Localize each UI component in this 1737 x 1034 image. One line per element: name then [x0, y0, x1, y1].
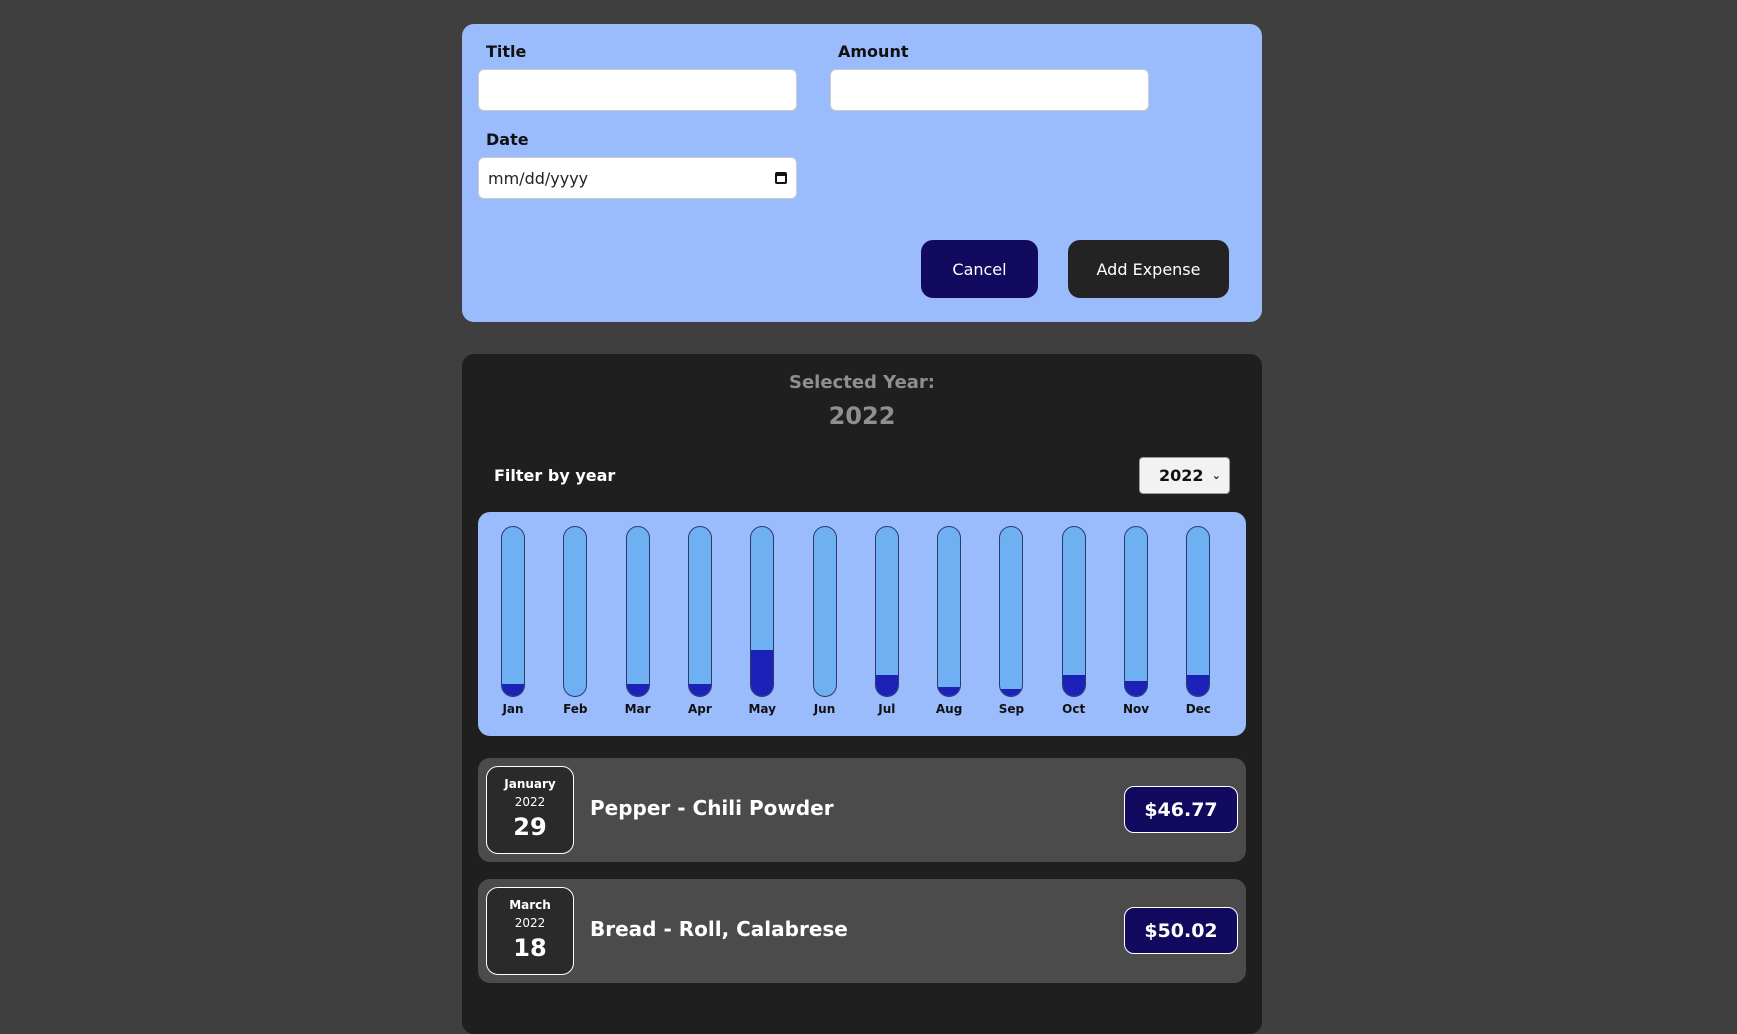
- expense-amount: $50.02: [1124, 907, 1238, 954]
- chart-bar-label: Apr: [687, 702, 712, 716]
- chart-bar-fill: [751, 650, 774, 696]
- chart-bar-track: [812, 526, 837, 697]
- chart-bar-track: [1124, 526, 1148, 697]
- chart-bar-fill: [938, 687, 961, 696]
- chart-bar-fill: [1062, 675, 1085, 696]
- calendar-icon[interactable]: [775, 172, 787, 184]
- year-select-value: 2022: [1159, 466, 1204, 485]
- chart-bar-track: [750, 526, 775, 697]
- expense-date: January 2022 29: [486, 766, 574, 854]
- chart-bar-track: [874, 526, 899, 697]
- chart-bar-track: [937, 526, 962, 697]
- chevron-down-icon: ⌄: [1211, 469, 1221, 482]
- chart-bar-fill: [1187, 675, 1210, 696]
- filter-label: Filter by year: [494, 466, 616, 485]
- chart-bar-label: Dec: [1185, 702, 1211, 716]
- expense-date-day: 18: [513, 934, 547, 962]
- chart-bar-track: [687, 526, 712, 697]
- chart-bar-track: [563, 526, 588, 697]
- title-label: Title: [486, 42, 527, 61]
- chart-bar-label: Oct: [1062, 702, 1086, 716]
- chart-bar-label: Jul: [878, 702, 896, 716]
- amount-input[interactable]: [830, 69, 1149, 111]
- chart-bar-fill: [688, 684, 711, 696]
- selected-year-label: Selected Year:: [789, 372, 935, 393]
- amount-label: Amount: [838, 42, 909, 61]
- expenses-chart: Jan Feb Mar Apr May Jun Jul Aug Sep Oct Nov Dec: [478, 512, 1246, 736]
- chart-bar-fill: [502, 684, 524, 696]
- chart-bar-label: Nov: [1122, 702, 1150, 716]
- chart-bar-track: [1186, 526, 1211, 697]
- chart-bar-label: Aug: [935, 702, 963, 716]
- chart-bar-fill: [1000, 689, 1023, 696]
- new-expense-form: Title Amount Date mm/dd/yyyy Cancel Add …: [462, 24, 1262, 322]
- expense-date-month: January: [504, 777, 556, 791]
- expense-item: January 2022 29 Pepper - Chili Powder $46.77: [478, 758, 1246, 862]
- expense-date-year: 2022: [514, 795, 546, 809]
- date-input[interactable]: mm/dd/yyyy: [478, 157, 797, 199]
- chart-bar-label: Feb: [563, 702, 588, 716]
- date-placeholder: mm/dd/yyyy: [488, 168, 589, 188]
- chart-bar-label: Jan: [502, 702, 524, 716]
- selected-year-value: 2022: [828, 402, 896, 430]
- year-select[interactable]: 2022 ⌄: [1139, 457, 1230, 494]
- expense-date-month: March: [509, 898, 551, 912]
- expense-date-year: 2022: [514, 916, 546, 930]
- chart-bar-label: May: [748, 702, 776, 716]
- chart-bar-track: [625, 526, 650, 697]
- chart-bar-track: [999, 526, 1024, 697]
- expense-date-day: 29: [513, 813, 547, 841]
- add-expense-button[interactable]: Add Expense: [1068, 240, 1229, 298]
- expense-title: Pepper - Chili Powder: [590, 796, 834, 820]
- chart-bar-fill: [1125, 681, 1147, 696]
- chart-bar-fill: [626, 684, 649, 696]
- expense-date: March 2022 18: [486, 887, 574, 975]
- date-label: Date: [486, 130, 529, 149]
- chart-bar-label: Sep: [998, 702, 1025, 716]
- title-input[interactable]: [478, 69, 797, 111]
- chart-bar-label: Mar: [624, 702, 651, 716]
- expense-item: March 2022 18 Bread - Roll, Calabrese $50.02: [478, 879, 1246, 983]
- cancel-button[interactable]: Cancel: [921, 240, 1038, 298]
- expense-amount: $46.77: [1124, 786, 1238, 833]
- chart-bar-track: [1061, 526, 1086, 697]
- chart-bar-label: Jun: [813, 702, 836, 716]
- chart-bar-track: [501, 526, 525, 697]
- chart-bar-fill: [875, 675, 898, 696]
- expenses-panel: Selected Year: 2022 Filter by year 2022 …: [462, 354, 1262, 1034]
- expense-title: Bread - Roll, Calabrese: [590, 917, 848, 941]
